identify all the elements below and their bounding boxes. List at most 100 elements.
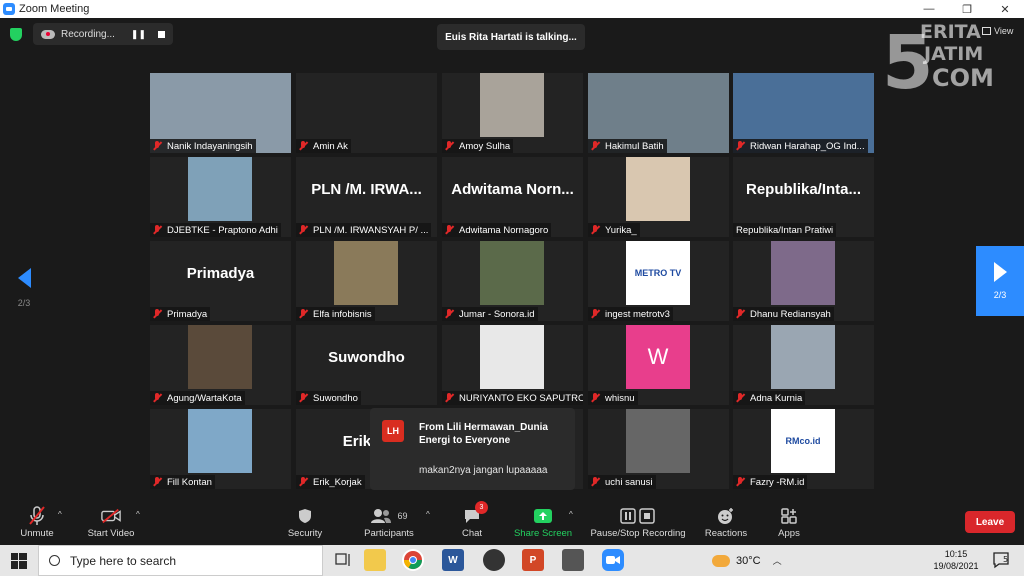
participant-tile[interactable]: Wwhisnu (588, 325, 729, 405)
participant-tile[interactable]: Jumar - Sonora.id (442, 241, 583, 321)
participant-tile[interactable]: Agung/WartaKota (150, 325, 291, 405)
chrome-icon[interactable] (402, 549, 424, 571)
participant-name: Fill Kontan (167, 476, 212, 488)
chat-button[interactable]: 3 Chat (452, 498, 492, 545)
participants-options-caret[interactable]: ^ (426, 510, 430, 519)
video-editor-icon[interactable] (562, 549, 584, 571)
zoom-app-icon (3, 3, 15, 15)
stop-recording-icon[interactable] (158, 30, 166, 38)
watermark-line3: COM (932, 64, 994, 92)
share-screen-label: Share Screen (513, 528, 573, 539)
participant-name: PLN /M. IRWANSYAH P/ ... (313, 224, 429, 236)
start-video-button[interactable]: Start Video (82, 498, 140, 545)
participant-name-label: Primadya (150, 307, 211, 321)
participant-tile[interactable]: DJEBTKE - Praptono Adhi (150, 157, 291, 237)
maximize-button[interactable]: ❐ (948, 0, 986, 18)
participant-tile[interactable]: Hakimul Batih (588, 73, 729, 153)
powerpoint-icon[interactable]: P (522, 549, 544, 571)
participant-name-label: Adwitama Nornagoro (442, 223, 552, 237)
temperature[interactable]: 30°C (736, 555, 761, 567)
participant-tile[interactable]: METRO TV ingest metrotv3 (588, 241, 729, 321)
participant-name: NURIYANTO EKO SAPUTRO (459, 392, 583, 404)
participant-name-label: DJEBTKE - Praptono Adhi (150, 223, 281, 237)
word-icon[interactable]: W (442, 549, 464, 571)
participant-tile[interactable]: RMco.id Fazry -RM.id (733, 409, 874, 489)
unmute-button[interactable]: Unmute (14, 498, 60, 545)
minimize-button[interactable]: — (910, 0, 948, 18)
participant-tile[interactable]: Primadya Primadya (150, 241, 291, 321)
pause-stop-recording-button[interactable]: Pause/Stop Recording (588, 498, 688, 545)
action-center-icon[interactable]: 5 (992, 551, 1010, 569)
windows-logo-icon (11, 552, 27, 569)
recording-label: Recording... (61, 28, 115, 40)
participant-name-label: Suwondho (296, 391, 361, 405)
chat-sender: From Lili Hermawan_Dunia Energi to Every… (419, 422, 548, 446)
participant-name-label: Fill Kontan (150, 475, 215, 489)
participant-tile[interactable]: Ridwan Harahap_OG Ind... (733, 73, 874, 153)
muted-mic-icon (591, 141, 600, 151)
participant-tile[interactable]: Dhanu Rediansyah (733, 241, 874, 321)
participant-name-label: Adna Kurnia (733, 391, 806, 405)
zoom-taskbar-icon[interactable] (602, 549, 624, 571)
muted-mic-icon (591, 393, 600, 403)
close-button[interactable]: ✕ (986, 0, 1024, 18)
audio-options-caret[interactable]: ^ (58, 510, 62, 519)
participant-name-label: uchi sanusi (588, 475, 656, 489)
muted-mic-icon (153, 225, 162, 235)
participant-name: Adwitama Nornagoro (459, 224, 549, 236)
security-button[interactable]: Security (284, 498, 326, 545)
file-explorer-icon[interactable] (364, 549, 386, 571)
chat-message: makan2nya jangan lupaaaaa (419, 465, 548, 476)
pause-recording-icon[interactable]: ❚❚ (131, 29, 146, 40)
participant-tile[interactable]: Amin Ak (296, 73, 437, 153)
next-page-button[interactable]: 2/3 (976, 246, 1024, 316)
participant-tile[interactable]: Nanik Indayaningsih (150, 73, 291, 153)
arrow-left-icon (17, 268, 31, 288)
participant-name: ingest metrotv3 (605, 308, 670, 320)
participant-tile[interactable]: NURIYANTO EKO SAPUTRO (442, 325, 583, 405)
muted-mic-icon (445, 225, 454, 235)
muted-mic-icon (736, 141, 745, 151)
reactions-label: Reactions (704, 528, 748, 539)
tray-expand-icon[interactable]: ︿ (773, 554, 782, 567)
apps-button[interactable]: Apps (772, 498, 806, 545)
view-button[interactable]: View (982, 26, 1013, 36)
meeting-toolbar: Unmute ^ Start Video ^ Security 69 Parti… (0, 498, 1024, 545)
muted-mic-icon (736, 393, 745, 403)
media-player-icon[interactable] (483, 549, 505, 571)
muted-mic-icon (445, 141, 454, 151)
participant-tile[interactable]: Amoy Sulha (442, 73, 583, 153)
encryption-shield-icon[interactable] (10, 28, 22, 41)
chat-notification[interactable]: LH From Lili Hermawan_Dunia Energi to Ev… (370, 408, 575, 490)
task-view-icon[interactable] (332, 549, 354, 571)
video-options-caret[interactable]: ^ (136, 510, 140, 519)
leave-button[interactable]: Leave (965, 511, 1015, 533)
participant-name: whisnu (605, 392, 635, 404)
participant-tile[interactable]: PLN /M. IRWA... PLN /M. IRWANSYAH P/ ... (296, 157, 437, 237)
taskbar-search-box[interactable]: Type here to search (38, 545, 323, 576)
participant-tile[interactable]: uchi sanusi (588, 409, 729, 489)
muted-mic-icon (27, 506, 47, 526)
weather-icon[interactable] (712, 554, 730, 567)
participant-name-label: Erik_Korjak (296, 475, 365, 489)
participant-tile[interactable]: Adna Kurnia (733, 325, 874, 405)
participant-tile[interactable]: Republika/Inta... Republika/Intan Pratiwi (733, 157, 874, 237)
share-screen-button[interactable]: Share Screen (512, 498, 574, 545)
participant-tile[interactable]: Suwondho Suwondho (296, 325, 437, 405)
participants-button[interactable]: 69 Participants (360, 498, 418, 545)
apps-label: Apps (778, 528, 800, 539)
share-options-caret[interactable]: ^ (569, 510, 573, 519)
windows-start-button[interactable] (0, 545, 38, 576)
watermark-line2: JATIM (922, 43, 983, 65)
reactions-button[interactable]: Reactions (702, 498, 750, 545)
previous-page-button[interactable]: 2/3 (12, 268, 36, 332)
participant-name-label: Fazry -RM.id (733, 475, 808, 489)
participant-tile[interactable]: Adwitama Norn... Adwitama Nornagoro (442, 157, 583, 237)
participant-tile[interactable]: Fill Kontan (150, 409, 291, 489)
taskbar-clock[interactable]: 10:15 19/08/2021 (928, 548, 984, 572)
participant-tile[interactable]: Yurika_ (588, 157, 729, 237)
participant-video (188, 409, 252, 473)
clock-time: 10:15 (944, 549, 968, 559)
participant-tile[interactable]: Elfa infobisnis (296, 241, 437, 321)
participant-name-label: Amoy Sulha (442, 139, 514, 153)
